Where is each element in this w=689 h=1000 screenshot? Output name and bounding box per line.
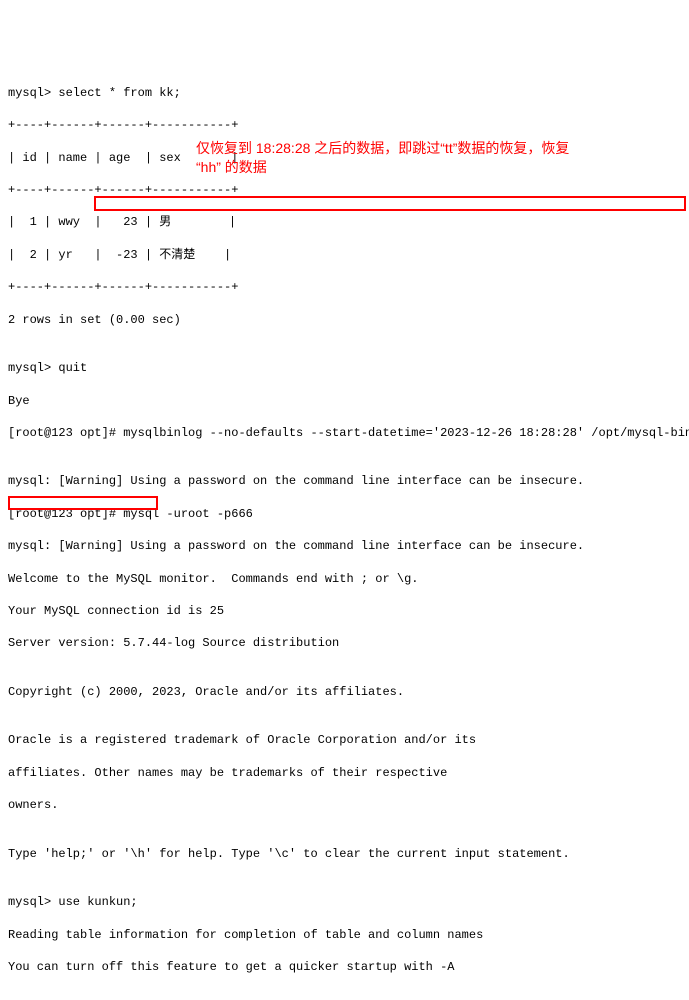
table-border: +----+------+------+-----------+ — [8, 117, 681, 133]
annotation-text: 仅恢复到 18:28:28 之后的数据，即跳过“tt”数据的恢复，恢复 “hh”… — [196, 139, 676, 177]
warning-message: mysql: [Warning] Using a password on the… — [8, 473, 681, 489]
trademark-text: Oracle is a registered trademark of Orac… — [8, 732, 681, 748]
shell-line: [root@123 opt]# mysqlbinlog --no-default… — [8, 425, 681, 441]
copyright-text: Copyright (c) 2000, 2023, Oracle and/or … — [8, 684, 681, 700]
reading-info: You can turn off this feature to get a q… — [8, 959, 681, 975]
quit-command: mysql> quit — [8, 360, 681, 376]
reading-info: Reading table information for completion… — [8, 927, 681, 943]
table-row: | 2 | yr | -23 | 不清楚 | — [8, 247, 681, 263]
row-count: 2 rows in set (0.00 sec) — [8, 312, 681, 328]
server-version: Server version: 5.7.44-log Source distri… — [8, 635, 681, 651]
highlight-box-row — [8, 496, 158, 510]
table-border: +----+------+------+-----------+ — [8, 279, 681, 295]
welcome-text: Welcome to the MySQL monitor. Commands e… — [8, 571, 681, 587]
bye-message: Bye — [8, 393, 681, 409]
connection-id: Your MySQL connection id is 25 — [8, 603, 681, 619]
shell-prompt: [root@123 opt]# — [8, 426, 123, 440]
highlight-box-command — [94, 196, 686, 211]
trademark-text: affiliates. Other names may be trademark… — [8, 765, 681, 781]
help-text: Type 'help;' or '\h' for help. Type '\c'… — [8, 846, 681, 862]
trademark-text: owners. — [8, 797, 681, 813]
table-row: | 1 | wwy | 23 | 男 | — [8, 214, 681, 230]
warning-message: mysql: [Warning] Using a password on the… — [8, 538, 681, 554]
mysqlbinlog-command: mysqlbinlog --no-defaults --start-dateti… — [123, 426, 689, 440]
use-db-command: mysql> use kunkun; — [8, 894, 681, 910]
sql-query: mysql> select * from kk; — [8, 85, 681, 101]
terminal-output: mysql> select * from kk; +----+------+--… — [8, 69, 681, 1000]
